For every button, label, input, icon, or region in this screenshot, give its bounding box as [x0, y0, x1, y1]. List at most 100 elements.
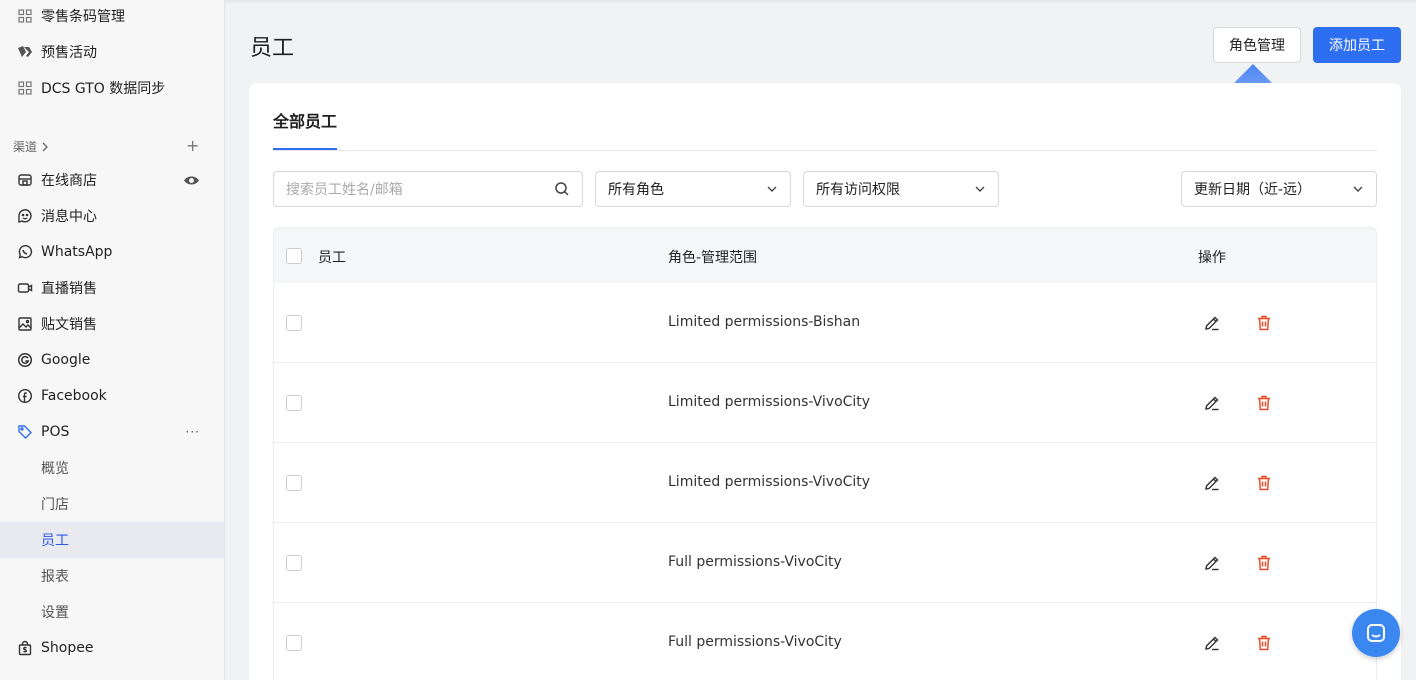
access-select-value: 所有访问权限 [816, 182, 900, 198]
row-checkbox[interactable] [286, 315, 302, 331]
column-actions: 操作 [1198, 250, 1226, 266]
table-row: Limited permissions-VivoCity [273, 443, 1377, 523]
row-role: Full permissions-VivoCity [668, 554, 842, 570]
sidebar-item-label: 零售条码管理 [41, 9, 125, 25]
sidebar-item-barcode[interactable]: 零售条码管理 [0, 0, 224, 34]
table-row: Full permissions-VivoCity [273, 523, 1377, 603]
add-channel-button[interactable]: + [186, 136, 199, 155]
select-all-checkbox[interactable] [286, 248, 302, 264]
row-checkbox[interactable] [286, 635, 302, 651]
table-header: 员工 角色-管理范围 操作 [273, 227, 1377, 283]
add-staff-button[interactable]: 添加员工 [1313, 27, 1401, 63]
sidebar-item-pos[interactable]: POS ··· [0, 414, 224, 450]
row-role: Full permissions-VivoCity [668, 634, 842, 650]
sidebar-item-label: 概览 [41, 461, 69, 477]
sidebar-item-pos-stores[interactable]: 门店 [0, 486, 224, 522]
table-row: Full permissions-VivoCity [273, 603, 1377, 680]
sidebar-item-pos-overview[interactable]: 概览 [0, 450, 224, 486]
sort-select[interactable]: 更新日期（近-远） [1181, 171, 1377, 207]
sidebar-item-label: 消息中心 [41, 209, 97, 225]
sidebar-item-facebook[interactable]: Facebook [0, 378, 224, 414]
grid-icon [16, 79, 34, 97]
search-placeholder: 搜索员工姓名/邮箱 [286, 182, 403, 198]
sidebar-item-label: DCS GTO 数据同步 [41, 81, 166, 97]
row-checkbox[interactable] [286, 555, 302, 571]
sidebar-item-label: 直播销售 [41, 281, 97, 297]
more-icon[interactable]: ··· [186, 425, 200, 439]
search-input[interactable]: 搜索员工姓名/邮箱 [273, 171, 583, 207]
edit-icon[interactable] [1203, 554, 1221, 572]
video-icon [16, 279, 34, 297]
sort-select-value: 更新日期（近-远） [1194, 182, 1312, 198]
role-select[interactable]: 所有角色 [595, 171, 791, 207]
edit-icon[interactable] [1203, 314, 1221, 332]
sidebar-item-label: Facebook [41, 388, 107, 404]
delete-icon[interactable] [1255, 474, 1273, 492]
chevron-right-icon [42, 142, 48, 151]
grid-icon [16, 7, 34, 25]
row-checkbox[interactable] [286, 475, 302, 491]
sidebar-item-label: 贴文销售 [41, 317, 97, 333]
tags-icon [16, 43, 34, 61]
sidebar-item-message-center[interactable]: 消息中心 [0, 198, 224, 234]
page-title: 员工 [250, 36, 295, 61]
chat-smile-icon [16, 207, 34, 225]
access-select[interactable]: 所有访问权限 [803, 171, 999, 207]
sidebar-item-label: 门店 [41, 497, 69, 513]
chevron-down-icon [767, 186, 777, 192]
edit-icon[interactable] [1203, 474, 1221, 492]
chat-support-button[interactable] [1352, 609, 1400, 657]
sidebar-item-label: 预售活动 [41, 45, 97, 61]
chevron-down-icon [1353, 186, 1363, 192]
sidebar-item-label: 报表 [41, 569, 69, 585]
sidebar-item-label: Google [41, 352, 91, 368]
delete-icon[interactable] [1255, 554, 1273, 572]
sidebar-item-label: 在线商店 [41, 173, 97, 189]
sidebar-item-label: POS [41, 424, 70, 440]
table-row: Limited permissions-VivoCity [273, 363, 1377, 443]
sidebar-item-pos-staff[interactable]: 员工 [0, 522, 224, 558]
sidebar-section-channels[interactable]: 渠道 [13, 138, 50, 155]
sidebar-item-label: 员工 [41, 533, 69, 549]
sidebar-item-live-sales[interactable]: 直播销售 [0, 270, 224, 306]
column-role-scope: 角色-管理范围 [668, 250, 758, 266]
tab-all-staff[interactable]: 全部员工 [273, 108, 337, 132]
sidebar-item-shopee[interactable]: Shopee [0, 630, 224, 666]
chat-icon [1367, 624, 1385, 642]
sidebar-item-post-sales[interactable]: 贴文销售 [0, 306, 224, 342]
google-icon [16, 351, 34, 369]
edit-icon[interactable] [1203, 634, 1221, 652]
delete-icon[interactable] [1255, 314, 1273, 332]
sidebar-item-pos-reports[interactable]: 报表 [0, 558, 224, 594]
row-role: Limited permissions-VivoCity [668, 394, 871, 410]
sidebar-item-dcs-sync[interactable]: DCS GTO 数据同步 [0, 70, 224, 106]
sidebar-item-presale[interactable]: 预售活动 [0, 34, 224, 70]
sidebar-item-label: WhatsApp [41, 244, 113, 260]
table-row: Limited permissions-Bishan [273, 283, 1377, 363]
delete-icon[interactable] [1255, 634, 1273, 652]
eye-icon[interactable] [183, 172, 200, 189]
role-select-value: 所有角色 [608, 182, 664, 198]
edit-icon[interactable] [1203, 394, 1221, 412]
staff-card: 全部员工 搜索员工姓名/邮箱 所有角色 所有访问权限 更新日期（近-远） 员工 … [249, 83, 1401, 680]
role-management-button[interactable]: 角色管理 [1213, 27, 1301, 63]
row-role: Limited permissions-VivoCity [668, 474, 871, 490]
sidebar-item-whatsapp[interactable]: WhatsApp [0, 234, 224, 270]
tab-divider [273, 150, 1377, 151]
shopping-bag-icon [16, 639, 34, 657]
sidebar: 零售条码管理 预售活动 DCS GTO 数据同步 渠道 + 在线商店 消息中心 … [0, 0, 225, 680]
sidebar-item-pos-settings[interactable]: 设置 [0, 594, 224, 630]
top-shadow [225, 0, 1416, 4]
search-icon [555, 182, 569, 196]
delete-icon[interactable] [1255, 394, 1273, 412]
column-employee: 员工 [318, 250, 346, 266]
store-icon [16, 171, 34, 189]
sidebar-item-label: Shopee [41, 640, 94, 656]
row-checkbox[interactable] [286, 395, 302, 411]
tag-icon [16, 423, 34, 441]
section-label: 渠道 [13, 140, 38, 154]
facebook-icon [16, 387, 34, 405]
row-role: Limited permissions-Bishan [668, 314, 861, 330]
sidebar-item-google[interactable]: Google [0, 342, 224, 378]
sidebar-item-online-store[interactable]: 在线商店 [0, 162, 224, 198]
